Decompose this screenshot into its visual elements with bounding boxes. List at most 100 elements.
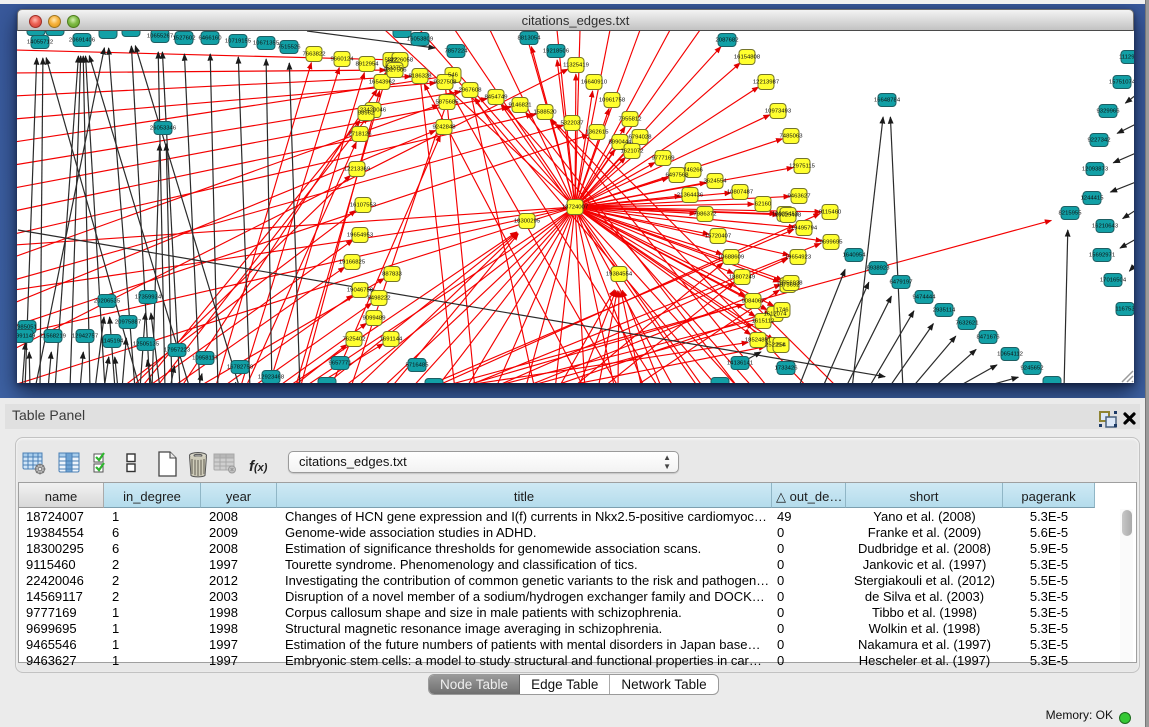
svg-text:1527602: 1527602 [173, 36, 196, 42]
svg-text:98962: 98962 [358, 111, 374, 117]
svg-text:9474444: 9474444 [913, 295, 937, 301]
svg-text:7663822: 7663822 [303, 52, 326, 58]
svg-text:8186328: 8186328 [409, 74, 433, 80]
svg-text:116753: 116753 [1115, 307, 1134, 313]
svg-text:16053809: 16053809 [407, 37, 433, 43]
svg-text:6479197: 6479197 [890, 280, 913, 286]
svg-text:1640954: 1640954 [843, 253, 867, 259]
svg-text:13226058: 13226058 [387, 58, 414, 64]
svg-text:18300295: 18300295 [514, 219, 541, 225]
svg-text:1615112: 1615112 [752, 319, 775, 325]
svg-text:12093873: 12093873 [1082, 167, 1109, 173]
svg-text:10025438: 10025438 [775, 213, 802, 219]
svg-text:887833: 887833 [382, 272, 402, 278]
svg-text:8498222: 8498222 [368, 296, 391, 302]
svg-text:16782759: 16782759 [227, 365, 253, 371]
svg-text:19654923: 19654923 [785, 255, 812, 261]
svg-text:17016504: 17016504 [1100, 278, 1127, 284]
svg-text:21364436: 21364436 [677, 193, 704, 199]
svg-text:9756928: 9756928 [780, 281, 804, 287]
svg-text:9242848: 9242848 [433, 125, 457, 131]
svg-text:10807487: 10807487 [727, 190, 753, 196]
svg-text:7955812: 7955812 [619, 117, 642, 123]
svg-text:9227342: 9227342 [1088, 138, 1111, 144]
svg-text:1733426: 1733426 [775, 366, 799, 372]
svg-text:9327508: 9327508 [434, 80, 458, 86]
svg-text:19654953: 19654953 [347, 233, 374, 239]
svg-text:2718126: 2718126 [349, 132, 373, 138]
svg-text:9657771: 9657771 [329, 361, 352, 367]
svg-text:15751074: 15751074 [1109, 80, 1134, 86]
svg-text:8471676: 8471676 [977, 335, 1001, 341]
svg-text:9327506: 9327506 [384, 68, 408, 74]
svg-text:7485063: 7485063 [780, 134, 804, 140]
svg-text:14055712: 14055712 [27, 40, 53, 46]
svg-text:9699695: 9699695 [820, 240, 844, 246]
svg-text:10973493: 10973493 [765, 109, 792, 115]
svg-text:1112935: 1112935 [1119, 55, 1134, 61]
svg-text:8813054: 8813054 [518, 36, 542, 42]
svg-text:20691406: 20691406 [69, 38, 96, 44]
svg-text:1145194: 1145194 [101, 339, 124, 345]
svg-text:1746: 1746 [775, 308, 789, 314]
svg-text:1244415: 1244415 [1081, 196, 1105, 202]
svg-text:62160: 62160 [755, 202, 772, 208]
svg-text:19384554: 19384554 [606, 272, 633, 278]
svg-text:9084067: 9084067 [742, 299, 765, 305]
svg-text:12505135: 12505135 [133, 342, 160, 348]
svg-text:3991149: 3991149 [17, 334, 35, 340]
svg-text:9660124: 9660124 [331, 57, 355, 63]
svg-text:19046758: 19046758 [347, 288, 374, 294]
svg-text:1621072: 1621072 [621, 149, 644, 155]
svg-text:9245652: 9245652 [1021, 366, 1044, 372]
svg-text:7986372: 7986372 [694, 212, 717, 218]
svg-text:7857224: 7857224 [445, 49, 469, 55]
svg-text:2087682: 2087682 [716, 38, 739, 44]
svg-text:1362615: 1362615 [586, 130, 610, 136]
svg-text:254: 254 [776, 343, 787, 349]
svg-text:10671355: 10671355 [253, 41, 280, 47]
svg-text:7632621: 7632621 [956, 321, 979, 327]
svg-text:17957223: 17957223 [164, 348, 191, 354]
svg-text:985051: 985051 [17, 325, 37, 331]
svg-text:26053346: 26053346 [150, 126, 177, 132]
svg-text:19495794: 19495794 [791, 226, 818, 232]
svg-text:16543962: 16543962 [369, 80, 395, 86]
svg-text:16210643: 16210643 [1092, 224, 1119, 230]
svg-text:9115460: 9115460 [819, 210, 842, 216]
svg-text:10961758: 10961758 [599, 98, 626, 104]
svg-text:19166825: 19166825 [339, 260, 366, 266]
svg-text:14136141: 14136141 [727, 361, 753, 367]
svg-text:12942757: 12942757 [72, 334, 98, 340]
svg-text:9463627: 9463627 [788, 194, 811, 200]
svg-text:7515526: 7515526 [278, 45, 302, 51]
svg-text:8912954: 8912954 [356, 62, 380, 68]
svg-text:9777169: 9777169 [652, 156, 675, 162]
svg-text:8454749: 8454749 [485, 95, 508, 101]
svg-text:18724007: 18724007 [562, 205, 588, 211]
svg-text:10654112: 10654112 [997, 352, 1023, 358]
svg-text:12923468: 12923468 [258, 375, 285, 381]
svg-text:10655267: 10655267 [147, 34, 173, 40]
svg-text:17359934: 17359934 [135, 295, 162, 301]
svg-text:19218506: 19218506 [543, 49, 570, 55]
svg-text:8938923: 8938923 [867, 266, 891, 272]
svg-text:1588520: 1588520 [534, 110, 558, 116]
svg-text:12213369: 12213369 [344, 167, 370, 173]
svg-text:2967608: 2967608 [459, 88, 483, 94]
svg-text:5875685: 5875685 [436, 100, 460, 106]
svg-text:12975115: 12975115 [789, 164, 815, 170]
svg-text:5716485: 5716485 [406, 363, 430, 369]
svg-text:7625402: 7625402 [343, 337, 366, 343]
svg-text:16640910: 16640910 [581, 80, 608, 86]
svg-text:15692971: 15692971 [1089, 253, 1115, 259]
svg-text:546: 546 [448, 73, 459, 79]
svg-text:16107553: 16107553 [350, 203, 377, 209]
svg-text:16154808: 16154808 [734, 55, 761, 61]
svg-text:6466160: 6466160 [199, 36, 223, 42]
svg-text:18807249: 18807249 [729, 275, 755, 281]
svg-text:8215955: 8215955 [1059, 211, 1083, 217]
svg-text:11325419: 11325419 [563, 63, 589, 69]
svg-text:6794028: 6794028 [629, 135, 653, 141]
svg-text:20975887: 20975887 [115, 320, 141, 326]
